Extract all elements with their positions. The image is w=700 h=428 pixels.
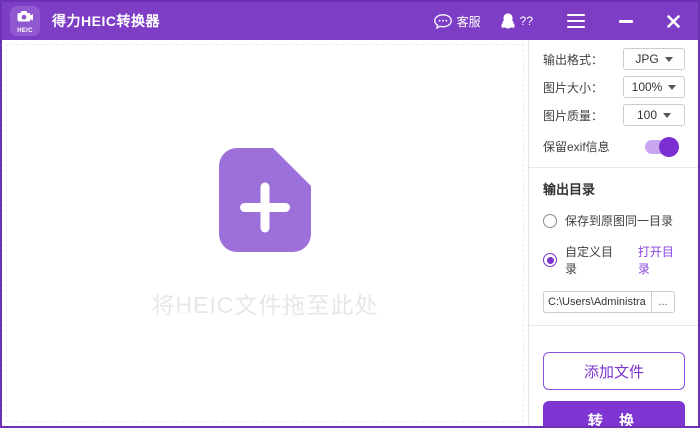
settings-sidebar: 输出格式： JPG 图片大小： 100% 图片质量： 100 保留exif信息 … bbox=[528, 40, 698, 426]
close-button[interactable] bbox=[659, 10, 688, 33]
dropzone[interactable]: 将HEIC文件拖至此处 bbox=[6, 44, 524, 422]
dropdown-caret-icon bbox=[668, 84, 677, 90]
toggle-knob bbox=[659, 136, 679, 157]
output-path-input[interactable] bbox=[543, 291, 651, 313]
camera-icon bbox=[17, 9, 33, 27]
image-size-select[interactable]: 100% bbox=[623, 76, 685, 98]
exif-toggle[interactable] bbox=[645, 136, 679, 157]
chat-bubble-icon bbox=[433, 13, 452, 29]
image-size-label: 图片大小： bbox=[543, 80, 604, 95]
qq-group-button[interactable]: ?? bbox=[493, 8, 541, 34]
output-format-select[interactable]: JPG bbox=[623, 48, 685, 70]
radio-checked-icon[interactable] bbox=[543, 253, 557, 267]
app-logo: HEIC bbox=[10, 6, 40, 36]
dropdown-caret-icon bbox=[664, 56, 673, 62]
add-files-button[interactable]: 添加文件 bbox=[543, 352, 685, 390]
output-format-row: 输出格式： JPG bbox=[543, 48, 685, 70]
same-dir-option[interactable]: 保存到原图同一目录 bbox=[543, 212, 685, 229]
app-logo-label: HEIC bbox=[17, 27, 33, 34]
divider bbox=[529, 167, 698, 168]
dropzone-hint: 将HEIC文件拖至此处 bbox=[151, 292, 379, 318]
image-quality-row: 图片质量： 100 bbox=[543, 104, 685, 126]
radio-unchecked-icon[interactable] bbox=[543, 213, 557, 228]
hamburger-menu-icon bbox=[567, 14, 585, 28]
titlebar-controls: 客服 ?? bbox=[426, 8, 688, 35]
image-size-row: 图片大小： 100% bbox=[543, 76, 685, 98]
convert-button[interactable]: 转 换 bbox=[543, 401, 685, 426]
image-quality-value: 100 bbox=[636, 108, 658, 122]
menu-button[interactable] bbox=[559, 9, 593, 33]
same-dir-label: 保存到原图同一目录 bbox=[565, 214, 674, 228]
image-quality-select[interactable]: 100 bbox=[623, 104, 685, 126]
qq-group-label: ?? bbox=[519, 14, 533, 28]
file-plus-icon bbox=[217, 146, 313, 254]
action-buttons: 添加文件 转 换 bbox=[543, 352, 685, 426]
image-size-value: 100% bbox=[631, 80, 663, 94]
window-title: 得力HEIC转换器 bbox=[52, 13, 160, 29]
close-icon bbox=[667, 14, 680, 28]
path-row: ... bbox=[543, 291, 685, 313]
output-format-label: 输出格式： bbox=[543, 52, 604, 67]
app-body: 将HEIC文件拖至此处 输出格式： JPG 图片大小： 100% 图片质量： 1… bbox=[2, 40, 698, 426]
dropdown-caret-icon bbox=[663, 112, 672, 118]
app-window: HEIC 得力HEIC转换器 客服 ?? 将HEIC文件拖至此处 输出格式： J… bbox=[0, 0, 700, 428]
image-quality-label: 图片质量： bbox=[543, 108, 604, 123]
output-dir-title: 输出目录 bbox=[543, 182, 596, 197]
custom-dir-label: 自定义目录 bbox=[565, 245, 614, 276]
titlebar: HEIC 得力HEIC转换器 客服 ?? bbox=[2, 2, 698, 40]
exif-row: 保留exif信息 bbox=[543, 136, 685, 157]
exif-label: 保留exif信息 bbox=[543, 140, 610, 154]
minimize-button[interactable] bbox=[611, 15, 641, 28]
customer-service-label: 客服 bbox=[456, 14, 481, 29]
customer-service-button[interactable]: 客服 bbox=[426, 8, 489, 35]
qq-penguin-icon bbox=[500, 13, 515, 29]
open-dir-link[interactable]: 打开目录 bbox=[638, 243, 685, 277]
divider bbox=[529, 325, 698, 326]
browse-button[interactable]: ... bbox=[651, 291, 675, 313]
output-format-value: JPG bbox=[635, 52, 659, 66]
minimize-icon bbox=[619, 19, 633, 23]
custom-dir-option[interactable]: 自定义目录 打开目录 bbox=[543, 243, 685, 277]
